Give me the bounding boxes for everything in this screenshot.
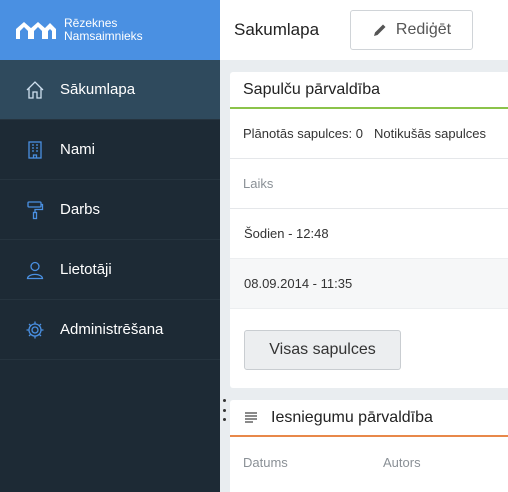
user-icon [24, 259, 46, 281]
meetings-column-header: Laiks [230, 159, 508, 209]
sidebar-item-nami[interactable]: Nami [0, 120, 220, 180]
column-header-author: Autors [383, 454, 421, 470]
brand-name: Rēzeknes Namsaimnieks [64, 17, 143, 43]
sidebar: Rēzeknes Namsaimnieks Sākumlapa Nami Dar… [0, 0, 220, 492]
held-meetings-count: Notikušās sapulces [373, 126, 486, 141]
all-meetings-button[interactable]: Visas sapulces [244, 330, 401, 370]
sidebar-item-label: Lietotāji [60, 261, 112, 278]
meetings-panel: Sapulču pārvaldība Plānotās sapulces: 0 … [230, 72, 508, 388]
logo-icon [16, 22, 56, 39]
building-icon [24, 139, 46, 161]
column-header-date: Datums [243, 454, 288, 470]
submissions-panel-title: Iesniegumu pārvaldība [271, 408, 433, 426]
list-icon [245, 411, 257, 423]
paint-roller-icon [24, 199, 46, 221]
sidebar-item-label: Administrēšana [60, 321, 164, 338]
meetings-panel-header: Sapulču pārvaldība [230, 72, 508, 109]
main-content: Sapulču pārvaldība Plānotās sapulces: 0 … [220, 60, 508, 492]
sidebar-item-darbs[interactable]: Darbs [0, 180, 220, 240]
topbar: Sakumlapa Rediģēt [220, 0, 508, 60]
submissions-column-headers: Datums Autors [230, 437, 508, 487]
edit-button-label: Rediģēt [395, 21, 452, 38]
home-icon [24, 79, 46, 101]
brand-logo-area[interactable]: Rēzeknes Namsaimnieks [0, 0, 220, 60]
pencil-icon [373, 24, 386, 36]
submissions-panel-header: Iesniegumu pārvaldība [230, 400, 508, 437]
submissions-panel: Iesniegumu pārvaldība Datums Autors [230, 400, 508, 492]
sidebar-item-lietotaji[interactable]: Lietotāji [0, 240, 220, 300]
sidebar-item-label: Darbs [60, 201, 101, 218]
gear-icon [24, 319, 46, 341]
sidebar-item-sakumlapa[interactable]: Sākumlapa [0, 60, 220, 120]
edit-button[interactable]: Rediģēt [350, 10, 473, 50]
page-title: Sakumlapa [234, 20, 320, 39]
sidebar-item-administresana[interactable]: Administrēšana [0, 300, 220, 360]
table-row[interactable]: 08.09.2014 - 11:35 [230, 259, 508, 309]
brand-line-2: Namsaimnieks [64, 29, 143, 43]
planned-meetings-count: Plānotās sapulces: 0 [243, 126, 363, 141]
meetings-summary: Plānotās sapulces: 0 Notikušās sapulces [230, 109, 508, 159]
sidebar-item-label: Nami [60, 141, 96, 158]
table-row[interactable]: Šodien - 12:48 [230, 209, 508, 259]
meetings-panel-title: Sapulču pārvaldība [243, 80, 380, 98]
sidebar-item-label: Sākumlapa [60, 81, 136, 98]
